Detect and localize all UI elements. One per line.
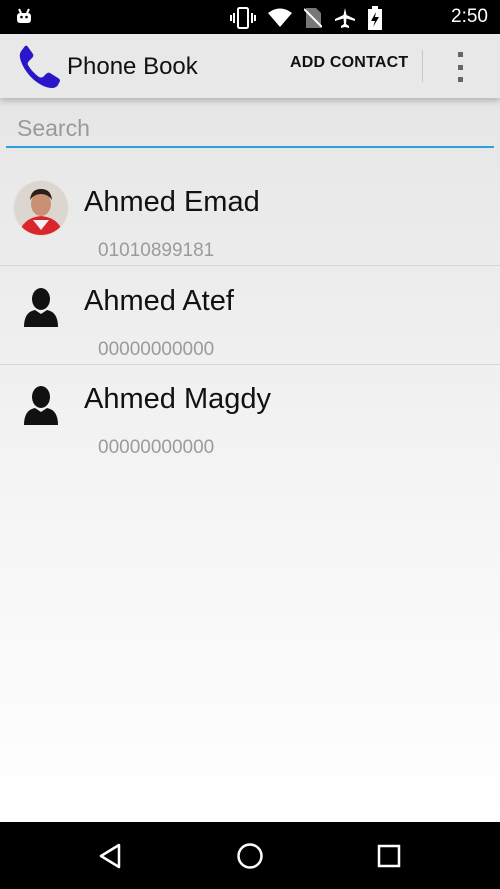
contact-phone: 00000000000 [98, 437, 215, 458]
default-person-icon [13, 279, 69, 335]
contact-phone: 01010899181 [98, 240, 215, 261]
contact-name: Ahmed Magdy [84, 383, 271, 415]
default-person-icon [13, 377, 69, 433]
clock: 2:50 [451, 6, 488, 27]
contact-name: Ahmed Emad [84, 186, 260, 218]
recents-icon[interactable] [371, 838, 407, 874]
contact-name: Ahmed Atef [84, 285, 234, 317]
phone-handset-icon [16, 44, 62, 90]
contact-photo-avatar [13, 180, 69, 236]
battery-charging-icon [368, 6, 382, 35]
contact-item[interactable]: Ahmed Atef 00000000000 [0, 267, 500, 365]
contact-phone: 00000000000 [98, 339, 215, 360]
home-icon[interactable] [232, 838, 268, 874]
contact-item[interactable]: Ahmed Magdy 00000000000 [0, 365, 500, 463]
navigation-bar [0, 822, 500, 889]
contact-list-screen: Ahmed Emad 01010899181 Ahmed Atef 000000… [0, 98, 500, 822]
action-bar-divider [422, 50, 423, 82]
android-icon [14, 6, 34, 31]
add-contact-button[interactable]: ADD CONTACT [290, 54, 408, 72]
airplane-icon [334, 7, 356, 34]
action-bar: Phone Book ADD CONTACT [0, 34, 500, 98]
back-icon[interactable] [93, 838, 129, 874]
vibrate-icon [230, 7, 256, 34]
no-sim-icon [303, 7, 323, 34]
search-input[interactable] [6, 110, 494, 146]
app-title: Phone Book [67, 53, 198, 80]
wifi-icon [268, 8, 292, 33]
search-field[interactable] [6, 110, 494, 148]
contact-item[interactable]: Ahmed Emad 01010899181 [0, 168, 500, 266]
status-bar: 2:50 [0, 0, 500, 34]
overflow-menu-icon[interactable] [452, 50, 468, 84]
